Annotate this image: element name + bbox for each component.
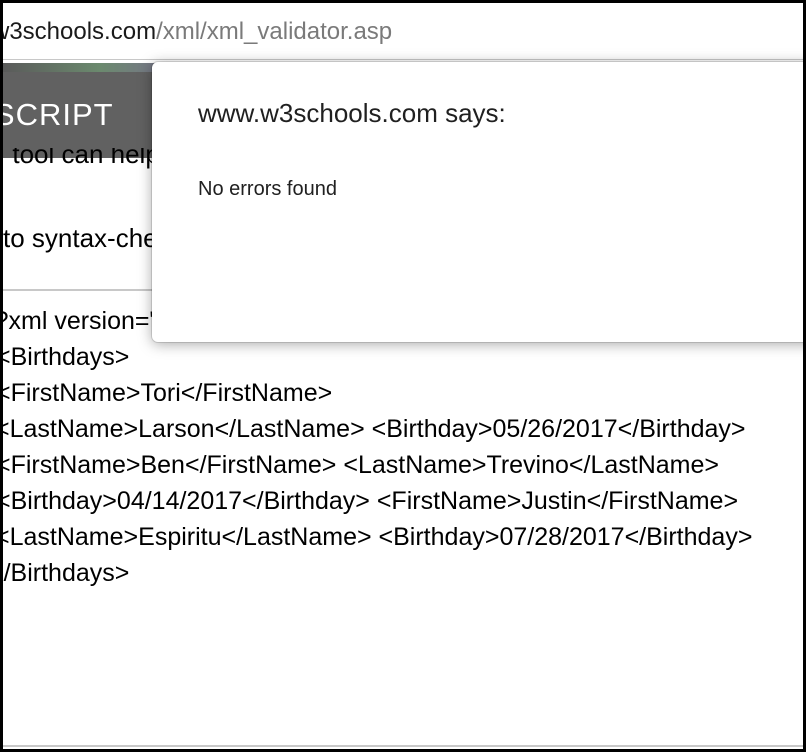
xml-line: <LastName>Larson</LastName> <Birthday>05…: [3, 415, 746, 443]
editor-bottom-border: [3, 745, 803, 747]
dialog-message: No errors found: [198, 178, 337, 200]
xml-line: <LastName>Espiritu</LastName> <Birthday>…: [3, 523, 753, 551]
xml-editor-textarea[interactable]: <?xml version="1.0" encoding="UTF-8"?> <…: [3, 303, 803, 591]
xml-line: </Birthdays>: [3, 559, 130, 587]
address-path: /xml/xml_validator.asp: [156, 18, 393, 45]
tutorial-banner-label: JAVASCRIPT: [3, 97, 114, 132]
xml-line: <FirstName>Ben</FirstName> <LastName>Tre…: [3, 451, 719, 479]
address-host: w3schools.com: [3, 18, 157, 45]
xml-line: <Birthdays>: [3, 343, 130, 371]
alert-dialog: www.w3schools.com says: No errors found: [152, 62, 803, 342]
xml-line: <FirstName>Tori</FirstName>: [3, 379, 333, 407]
address-bar[interactable]: w3schools.com/xml/xml_validator.asp: [3, 3, 803, 60]
dialog-title: www.w3schools.com says:: [198, 98, 506, 128]
xml-line: <Birthday>04/14/2017</Birthday> <FirstNa…: [3, 487, 739, 515]
browser-frame: w3schools.com/xml/xml_validator.asp JAVA…: [0, 0, 806, 752]
